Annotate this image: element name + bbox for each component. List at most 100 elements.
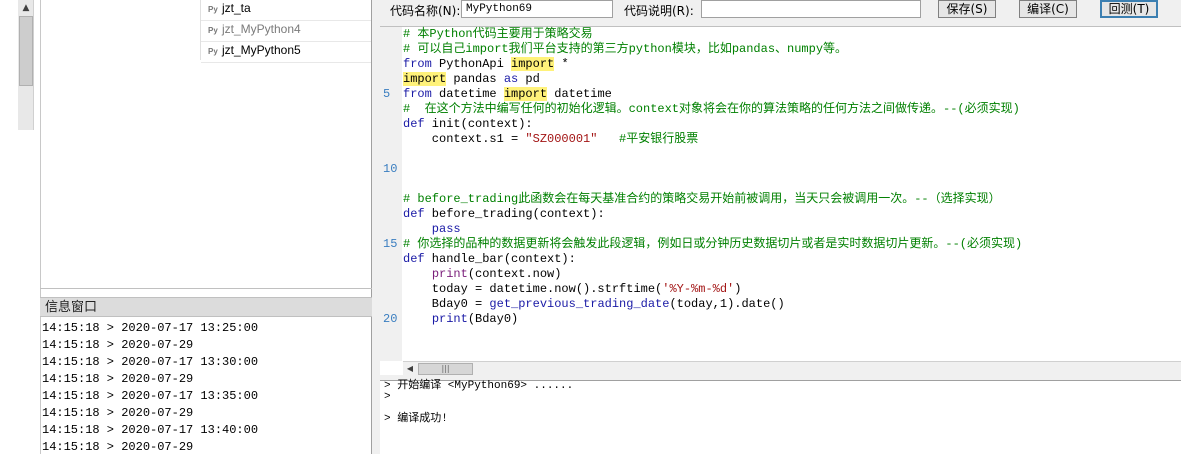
code-token: import <box>511 57 555 71</box>
code-token: (Bday0) <box>467 312 519 326</box>
code-line[interactable]: def init(context): <box>403 117 1181 132</box>
line-number: 10 <box>383 162 398 176</box>
save-button[interactable]: 保存(S) <box>938 0 996 18</box>
code-token: #平安银行股票 <box>619 132 699 146</box>
scrollbar-thumb[interactable] <box>19 16 33 86</box>
code-token: (context.now) <box>467 267 562 281</box>
left-pane: ▲ Py jzt_ta Py jzt_MyPython4 Py jzt_MyPython5… <box>0 0 372 454</box>
left-vertical-scrollbar[interactable]: ▲ <box>18 0 34 130</box>
editor-horizontal-scrollbar[interactable]: ◀ ||| <box>403 361 1181 376</box>
code-line[interactable]: print(Bday0) <box>403 312 1181 327</box>
code-line[interactable]: # 你选择的品种的数据更新将会触发此段逻辑，例如日或分钟历史数据切片或者是实时数… <box>403 237 1181 252</box>
code-token: (today,1).date() <box>669 297 785 311</box>
code-line[interactable]: from PythonApi import * <box>403 57 1181 72</box>
log-line: 14:15:18 > 2020-07-17 13:25:00 <box>42 321 259 335</box>
code-token: pandas <box>446 72 504 86</box>
code-line[interactable]: def before_trading(context): <box>403 207 1181 222</box>
code-token: as <box>503 72 519 86</box>
code-line[interactable]: # 可以自己import我们平台支持的第三方python模块，比如pandas、… <box>403 42 1181 57</box>
output-line: > 开始编译 <MyPython69> ...... <box>384 380 574 392</box>
scroll-left-icon[interactable]: ◀ <box>403 362 417 376</box>
line-number: 15 <box>383 237 398 251</box>
code-token: init(context): <box>424 117 533 131</box>
code-token: # before_trading此函数会在每天基准合约的策略交易开始前被调用，当… <box>403 192 1001 206</box>
code-desc-label: 代码说明(R): <box>624 4 694 18</box>
code-line[interactable]: def handle_bar(context): <box>403 252 1181 267</box>
editor-toolbar: 代码名称(N): MyPython69 代码说明(R): 保存(S) 编译(C)… <box>373 0 1181 20</box>
code-token: today = datetime.now().strftime( <box>403 282 663 296</box>
code-token: import <box>503 87 548 101</box>
code-token: # 可以自己import我们平台支持的第三方python模块，比如pandas、… <box>403 42 848 56</box>
output-line: > 编译成功! <box>384 413 448 425</box>
code-line[interactable]: Bday0 = get_previous_trading_date(today,… <box>403 297 1181 312</box>
code-token: # 在这个方法中编写任何的初始化逻辑。context对象将会在你的算法策略的任何… <box>403 102 1020 116</box>
info-log: 14:15:18 > 2020-07-17 13:25:00 14:15:18 >… <box>42 320 372 454</box>
code-token: handle_bar(context): <box>424 252 576 266</box>
code-line[interactable]: from datetime import datetime <box>403 87 1181 102</box>
python-file-icon: Py <box>208 5 218 14</box>
code-token: '%Y-%m-%d' <box>662 282 735 296</box>
code-content[interactable]: # 本Python代码主要用于策略交易 # 可以自己import我们平台支持的第三… <box>403 27 1181 327</box>
code-token: print <box>431 312 468 326</box>
code-editor[interactable]: 5 10 15 20 # 本Python代码主要用于策略交易 # 可以自己impo… <box>380 26 1181 376</box>
line-number: 20 <box>383 312 398 326</box>
app-window: ▲ Py jzt_ta Py jzt_MyPython4 Py jzt_MyPython5… <box>0 0 1181 454</box>
output-line: > <box>384 391 391 403</box>
line-number: 5 <box>383 87 391 101</box>
log-line: 14:15:18 > 2020-07-17 13:40:00 <box>42 423 259 437</box>
code-token: before_trading(context): <box>424 207 605 221</box>
scroll-up-icon[interactable]: ▲ <box>18 0 34 16</box>
code-line[interactable]: import pandas as pd <box>403 72 1181 87</box>
code-token: # 本Python代码主要用于策略交易 <box>403 27 593 41</box>
code-line[interactable]: # 本Python代码主要用于策略交易 <box>403 27 1181 42</box>
line-number-gutter: 5 10 15 20 <box>380 27 402 361</box>
code-token: from <box>403 57 432 71</box>
compile-button[interactable]: 编译(C) <box>1019 0 1077 18</box>
python-file-icon: Py <box>208 47 218 56</box>
editor-pane: 代码名称(N): MyPython69 代码说明(R): 保存(S) 编译(C)… <box>373 0 1181 454</box>
code-line[interactable]: # 在这个方法中编写任何的初始化逻辑。context对象将会在你的算法策略的任何… <box>403 102 1181 117</box>
code-token: datetime <box>547 87 612 101</box>
code-line[interactable]: print(context.now) <box>403 267 1181 282</box>
backtest-button[interactable]: 回测(T) <box>1100 0 1158 18</box>
code-token: get_previous_trading_date <box>489 297 670 311</box>
code-token: import <box>403 72 447 86</box>
code-line[interactable] <box>403 162 1181 177</box>
code-token: context.s1 = <box>403 132 526 146</box>
code-token: * <box>554 57 569 71</box>
code-line[interactable] <box>403 177 1181 192</box>
code-line[interactable]: today = datetime.now().strftime('%Y-%m-%… <box>403 282 1181 297</box>
code-token: def <box>403 117 425 131</box>
file-list-item[interactable]: Py jzt_MyPython4 <box>201 21 371 42</box>
compile-output: > 开始编译 <MyPython69> ...... > > 编译成功! <box>380 380 1181 454</box>
pane-divider <box>40 0 41 454</box>
info-panel-title: 信息窗口 <box>40 297 372 317</box>
file-name: jzt_MyPython5 <box>222 43 301 57</box>
scrollbar-thumb[interactable]: ||| <box>418 363 473 375</box>
code-token: from <box>403 87 432 101</box>
code-line[interactable] <box>403 147 1181 162</box>
code-line[interactable]: # before_trading此函数会在每天基准合约的策略交易开始前被调用，当… <box>403 192 1181 207</box>
log-line: 14:15:18 > 2020-07-29 <box>42 406 194 420</box>
code-line[interactable]: context.s1 = "SZ000001" #平安银行股票 <box>403 132 1181 147</box>
file-list-item[interactable]: Py jzt_MyPython5 <box>201 42 371 63</box>
log-line: 14:15:18 > 2020-07-17 13:30:00 <box>42 355 259 369</box>
log-line: 14:15:18 > 2020-07-29 <box>42 440 194 454</box>
divider <box>40 288 372 289</box>
file-list: Py jzt_ta Py jzt_MyPython4 Py jzt_MyPython5 <box>201 0 371 63</box>
code-desc-field[interactable] <box>701 0 921 18</box>
code-token: PythonApi <box>431 57 512 71</box>
code-token: datetime <box>431 87 504 101</box>
log-line: 14:15:18 > 2020-07-29 <box>42 338 194 352</box>
code-token: def <box>403 207 425 221</box>
code-line[interactable]: pass <box>403 222 1181 237</box>
python-file-icon: Py <box>208 26 218 35</box>
log-line: 14:15:18 > 2020-07-29 <box>42 372 194 386</box>
file-name: jzt_ta <box>222 1 251 15</box>
file-list-item[interactable]: Py jzt_ta <box>201 0 371 21</box>
code-name-field[interactable]: MyPython69 <box>461 0 613 18</box>
